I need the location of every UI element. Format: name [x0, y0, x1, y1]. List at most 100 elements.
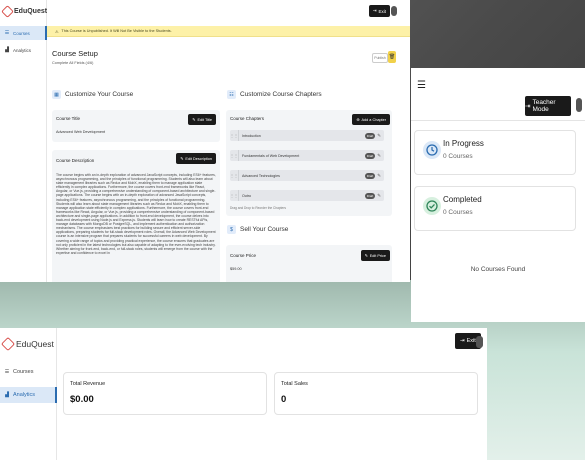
total-sales-label: Total Sales — [281, 381, 308, 387]
total-revenue-card: Total Revenue $0.00 — [63, 372, 267, 415]
edit-description-button[interactable]: ✎ Edit Description — [176, 153, 216, 164]
publish-button[interactable]: Publish — [372, 53, 388, 63]
drag-hint: Drag and Drop to Reorder the Chapters — [230, 206, 286, 210]
chapter-item[interactable]: ⋮⋮ Advanced Technologies Draft ✎ — [230, 170, 384, 181]
teacher-mode-button[interactable]: ⇥ Teacher Mode — [525, 96, 571, 116]
page-subtitle: Complete All Fields (4/6) — [52, 61, 94, 65]
chapters-label: Course Chapters — [230, 116, 265, 121]
pencil-icon[interactable]: ✎ — [377, 133, 381, 139]
completed-count: 0 Courses — [443, 209, 473, 216]
status-badge: Draft — [364, 172, 376, 179]
chapter-label: Introduction — [242, 133, 261, 138]
menu-icon[interactable]: ☰ — [417, 80, 426, 91]
chapter-item[interactable]: ⋮⋮ Fundamentals of Web Development Draft… — [230, 150, 384, 161]
sidebar-item-courses[interactable]: ☰ Courses — [0, 364, 57, 380]
logout-icon: ⇥ — [525, 103, 531, 110]
teacher-dashboard-window: ☰ ⇥ Teacher Mode In Progress 0 Courses C… — [411, 68, 585, 322]
logo: EduQuest — [1, 5, 48, 18]
sidebar: EduQuest ☰ Courses ▟ Analytics — [0, 0, 47, 282]
course-title-value: Advanced Web Development — [56, 130, 106, 134]
course-description-label: Course Description — [56, 158, 95, 163]
chart-icon: ▟ — [5, 392, 9, 398]
exit-label: Exit — [466, 338, 476, 344]
status-badge: Draft — [364, 132, 376, 139]
list-icon: ☰ — [4, 30, 10, 36]
total-sales-card: Total Sales 0 — [274, 372, 478, 415]
logout-icon: ⇥ — [460, 338, 465, 344]
in-progress-card: In Progress 0 Courses — [414, 130, 576, 175]
trash-icon: 🗑 — [388, 54, 396, 60]
chapter-item[interactable]: ⋮⋮ Introduction Draft ✎ — [230, 130, 384, 141]
total-revenue-value: $0.00 — [70, 394, 94, 405]
pencil-icon: ✎ — [180, 157, 184, 161]
sidebar: EduQuest ☰ Courses ▟ Analytics — [0, 328, 57, 460]
sidebar-item-label: Analytics — [13, 47, 32, 53]
sidebar-item-courses[interactable]: ☰ Courses — [0, 26, 47, 40]
course-setup-window: EduQuest ☰ Courses ▟ Analytics ⇥ Exit ⚠ … — [0, 0, 410, 282]
pencil-icon[interactable]: ✎ — [377, 153, 381, 159]
avatar[interactable] — [576, 98, 582, 112]
banner-text: This Course is Unpublished. It Will Not … — [61, 29, 172, 33]
exit-button[interactable]: ⇥ Exit — [368, 5, 390, 17]
sidebar-item-analytics[interactable]: ▟ Analytics — [0, 43, 47, 57]
logo-icon — [0, 336, 16, 352]
delete-button[interactable]: 🗑 — [388, 51, 396, 63]
drag-handle-icon[interactable]: ⋮⋮ — [230, 130, 239, 141]
chapter-label: Fundamentals of Web Development — [242, 153, 300, 158]
status-badge: Draft — [364, 192, 376, 199]
check-circle-icon — [423, 197, 441, 215]
sell-heading: $ Sell Your Course — [227, 225, 288, 234]
logout-icon: ⇥ — [372, 8, 377, 13]
sell-heading-text: Sell Your Course — [240, 226, 289, 233]
chapter-label: Advanced Technologies — [242, 173, 280, 178]
course-price-label: Course Price — [230, 253, 257, 258]
empty-state-text: No Courses Found — [470, 266, 526, 273]
chapter-label: Outro — [242, 193, 251, 198]
analytics-window: EduQuest ☰ Courses ▟ Analytics ⇥ Exit To… — [0, 328, 487, 460]
logo-text: EduQuest — [16, 339, 54, 349]
avatar[interactable] — [391, 6, 397, 16]
logo-icon — [1, 5, 14, 18]
edit-description-label: Edit Description — [185, 156, 212, 161]
list-icon: ☰ — [4, 369, 10, 375]
edit-price-label: Edit Price — [369, 253, 386, 258]
main-content: Course Setup Complete All Fields (4/6) P… — [47, 37, 410, 282]
pencil-icon[interactable]: ✎ — [377, 173, 381, 179]
pencil-icon: ✎ — [192, 118, 196, 122]
drag-handle-icon[interactable]: ⋮⋮ — [230, 150, 239, 161]
sidebar-item-label: Courses — [13, 369, 34, 375]
pencil-icon[interactable]: ✎ — [377, 193, 381, 199]
layout-icon: ▦ — [52, 90, 61, 99]
drag-handle-icon[interactable]: ⋮⋮ — [230, 190, 239, 201]
clock-icon — [423, 141, 441, 159]
divider — [411, 120, 585, 121]
edit-price-button[interactable]: ✎ Edit Price — [360, 250, 390, 261]
course-price-card: Course Price $59.00 ✎ Edit Price — [226, 245, 392, 282]
exit-label: Exit — [378, 8, 386, 14]
drag-handle-icon[interactable]: ⋮⋮ — [230, 170, 239, 181]
pencil-icon: ✎ — [364, 254, 368, 258]
total-revenue-label: Total Revenue — [70, 381, 106, 387]
customize-heading-text: Customize Your Course — [65, 91, 134, 98]
unpublished-banner: ⚠ This Course is Unpublished. It Will No… — [47, 26, 410, 37]
in-progress-count: 0 Courses — [443, 153, 473, 160]
logo-text: EduQuest — [14, 8, 48, 15]
edit-title-button[interactable]: ✎ Edit Title — [188, 114, 216, 125]
topbar: ⇥ Exit — [47, 0, 410, 24]
completed-card: Completed 0 Courses — [414, 186, 576, 231]
dollar-icon: $ — [227, 225, 236, 234]
add-chapter-button[interactable]: ⊕ Add a Chapter — [352, 114, 390, 125]
avatar[interactable] — [476, 336, 483, 348]
add-chapter-label: Add a Chapter — [361, 117, 387, 122]
course-title-card: Course Title Advanced Web Development ✎ … — [52, 110, 220, 142]
sidebar-item-analytics[interactable]: ▟ Analytics — [0, 387, 57, 403]
edit-title-label: Edit Title — [197, 117, 212, 122]
course-description-text: The course begins with an in-depth explo… — [56, 173, 216, 255]
chapter-item[interactable]: ⋮⋮ Outro Draft ✎ — [230, 190, 384, 201]
chapters-heading-text: Customize Course Chapters — [240, 91, 322, 98]
plus-circle-icon: ⊕ — [356, 118, 360, 122]
course-price-value: $59.00 — [230, 267, 242, 271]
customize-heading: ▦ Customize Your Course — [52, 90, 133, 99]
in-progress-title: In Progress — [443, 139, 484, 148]
checklist-icon: ☷ — [227, 90, 236, 99]
